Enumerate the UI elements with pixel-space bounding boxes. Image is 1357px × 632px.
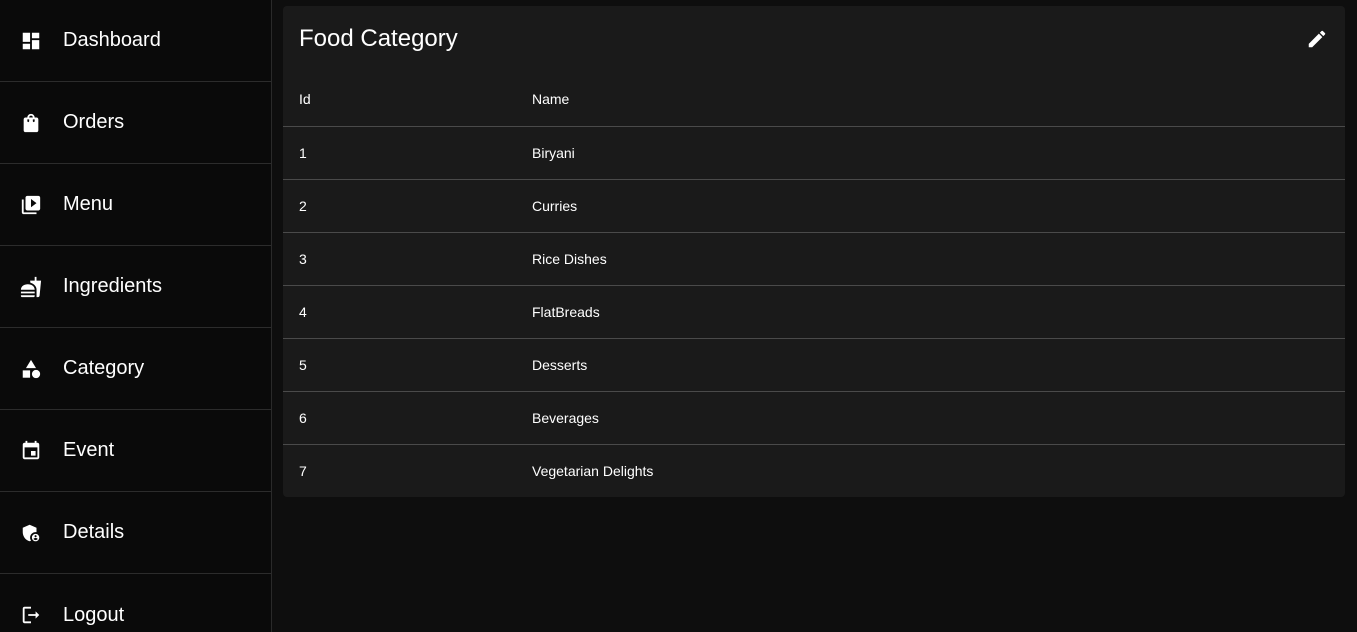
column-header-id[interactable]: Id — [283, 72, 516, 127]
logout-icon — [20, 604, 42, 626]
sidebar-item-details[interactable]: Details — [0, 492, 271, 574]
dashboard-icon — [20, 30, 42, 52]
admin-shield-icon — [20, 522, 42, 544]
category-shapes-icon — [20, 358, 42, 380]
table-row[interactable]: 6 Beverages — [283, 391, 1345, 445]
sidebar-item-label: Dashboard — [63, 29, 161, 51]
sidebar-item-dashboard[interactable]: Dashboard — [0, 0, 271, 82]
sidebar-item-category[interactable]: Category — [0, 328, 271, 410]
table-row[interactable]: 2 Curries — [283, 179, 1345, 233]
cell-id: 5 — [283, 338, 516, 392]
cell-id: 1 — [283, 126, 516, 180]
sidebar-item-orders[interactable]: Orders — [0, 82, 271, 164]
category-table: Id Name 1 Biryani 2 Curries 3 Rice Dishe… — [283, 72, 1345, 497]
cell-name: Beverages — [516, 391, 1345, 445]
sidebar-item-label: Details — [63, 521, 125, 543]
sidebar-item-label: Event — [63, 439, 115, 461]
food-category-card: Food Category Id Name 1 Biryani 2 Currie… — [283, 6, 1345, 497]
cell-id: 3 — [283, 232, 516, 286]
cell-id: 2 — [283, 179, 516, 233]
cell-name: Biryani — [516, 126, 1345, 180]
sidebar-item-label: Category — [63, 357, 145, 379]
edit-pencil-icon — [1308, 30, 1326, 48]
event-calendar-icon — [20, 440, 42, 462]
cell-id: 6 — [283, 391, 516, 445]
sidebar-item-label: Orders — [63, 111, 125, 133]
table-row[interactable]: 1 Biryani — [283, 126, 1345, 180]
cell-name: Curries — [516, 179, 1345, 233]
cell-name: FlatBreads — [516, 285, 1345, 339]
table-header-row: Id Name — [283, 72, 1345, 127]
table-row[interactable]: 7 Vegetarian Delights — [283, 444, 1345, 497]
sidebar-item-event[interactable]: Event — [0, 410, 271, 492]
card-header: Food Category — [283, 6, 1345, 72]
video-library-icon — [20, 194, 42, 216]
sidebar-item-label: Ingredients — [63, 275, 162, 297]
sidebar-item-logout[interactable]: Logout — [0, 574, 271, 632]
table-row[interactable]: 4 FlatBreads — [283, 285, 1345, 339]
sidebar-item-ingredients[interactable]: Ingredients — [0, 246, 271, 328]
cell-name: Vegetarian Delights — [532, 462, 654, 479]
page-title: Food Category — [299, 25, 458, 52]
sidebar-item-menu[interactable]: Menu — [0, 164, 271, 246]
cell-id: 4 — [283, 285, 516, 339]
cell-id: 7 — [299, 462, 307, 479]
edit-button[interactable] — [1305, 27, 1329, 51]
sidebar-item-label: Logout — [63, 603, 125, 626]
fastfood-icon — [20, 276, 42, 298]
sidebar-item-label: Menu — [63, 193, 114, 215]
sidebar: Dashboard Orders Menu Ingredients Catego… — [0, 0, 272, 632]
main-content: Food Category Id Name 1 Biryani 2 Currie… — [272, 0, 1357, 632]
table-row[interactable]: 3 Rice Dishes — [283, 232, 1345, 286]
cell-name: Desserts — [516, 338, 1345, 392]
table-row[interactable]: 5 Desserts — [283, 338, 1345, 392]
cell-name: Rice Dishes — [516, 232, 1345, 286]
shopping-bag-icon — [20, 112, 42, 134]
column-header-name[interactable]: Name — [516, 72, 1345, 127]
